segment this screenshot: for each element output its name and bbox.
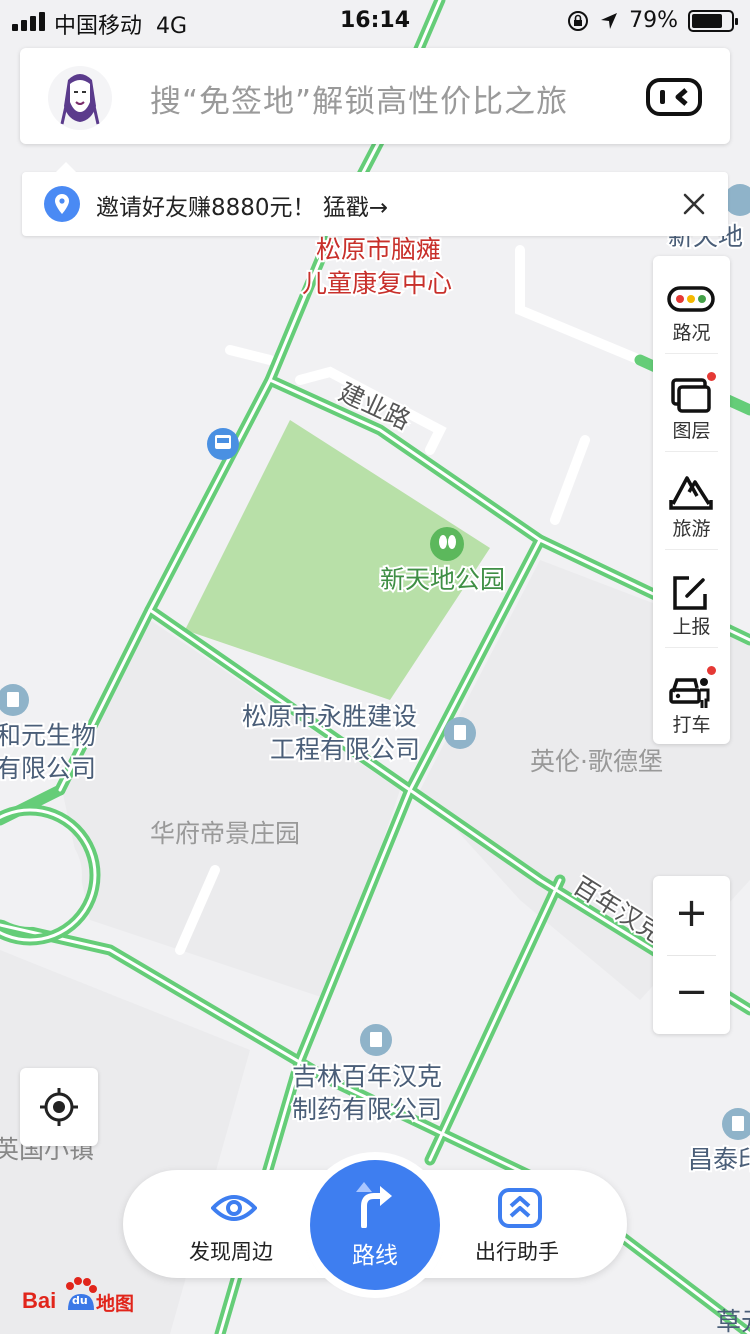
travel-assistant-button[interactable]: 出行助手 <box>447 1170 587 1278</box>
report-icon <box>673 576 707 610</box>
tool-report[interactable]: 上报 <box>653 550 730 648</box>
tool-travel[interactable]: 旅游 <box>653 452 730 550</box>
poi-label[interactable]: 儿童康复中心 <box>300 267 454 300</box>
traffic-light-icon <box>667 286 715 312</box>
poi-label[interactable]: 吉林百年汉克 <box>290 1060 444 1093</box>
voice-assistant-icon[interactable] <box>646 78 702 116</box>
invite-text[interactable]: 邀请好友赚8880元！ 猛戳→ <box>96 188 388 222</box>
battery-icon <box>688 9 738 32</box>
zoom-control: + − <box>653 876 730 1034</box>
locate-button[interactable] <box>20 1068 98 1146</box>
poi-label[interactable]: 制药有限公司 <box>290 1093 444 1126</box>
battery-percent: 79% <box>629 8 678 33</box>
map-toolbar: 路况 图层 旅游 上报 打车 <box>653 256 730 744</box>
layers-icon <box>671 378 711 413</box>
poi-label[interactable]: 昌泰印 <box>686 1143 750 1176</box>
zoom-out-button[interactable]: − <box>653 955 730 1034</box>
baidu-map-logo: Bai du 地图 <box>22 1276 142 1316</box>
avatar[interactable] <box>48 66 112 130</box>
bus-stop-icon[interactable] <box>207 428 239 460</box>
poi-label[interactable]: 有限公司 <box>0 752 98 785</box>
invite-banner[interactable]: 邀请好友赚8880元！ 猛戳→ <box>22 162 728 236</box>
turn-arrow-icon <box>356 1182 392 1228</box>
poi-label[interactable]: 和元生物 <box>0 719 98 752</box>
poi-label[interactable]: 新天地公园 <box>378 563 507 596</box>
status-bar: 中国移动 4G 16:14 79% <box>0 0 750 42</box>
rotation-lock-icon <box>568 10 589 31</box>
travel-icon <box>669 476 713 510</box>
status-right: 79% <box>567 8 738 33</box>
area-label: 华府帝景庄园 <box>150 819 300 848</box>
search-box[interactable]: 搜“免签地”解锁高性价比之旅 <box>20 48 730 144</box>
crosshair-icon <box>40 1088 78 1126</box>
eye-icon <box>211 1195 257 1221</box>
notification-dot <box>707 666 716 675</box>
park-icon[interactable] <box>430 527 464 561</box>
zoom-in-button[interactable]: + <box>653 876 730 955</box>
discover-nearby-button[interactable]: 发现周边 <box>161 1170 301 1278</box>
location-arrow-icon <box>601 12 618 29</box>
tool-layers[interactable]: 图层 <box>653 354 730 452</box>
tool-traffic[interactable]: 路况 <box>653 256 730 354</box>
poi-label[interactable]: 松原市永胜建设 <box>240 700 419 733</box>
assistant-icon <box>498 1188 542 1228</box>
poi-label[interactable]: 松原市脑瘫 <box>314 233 443 266</box>
location-pin-icon <box>44 186 80 222</box>
poi-label[interactable]: 工程有限公司 <box>268 733 422 766</box>
area-label: 英伦·歌德堡 <box>530 747 663 776</box>
route-button[interactable]: 路线 <box>310 1160 440 1290</box>
tool-taxi[interactable]: 打车 <box>653 648 730 746</box>
area-label: 草元 <box>716 1307 750 1334</box>
notification-dot <box>707 372 716 381</box>
search-placeholder[interactable]: 搜“免签地”解锁高性价比之旅 <box>150 76 568 121</box>
close-icon[interactable] <box>678 188 710 220</box>
taxi-icon <box>669 678 710 708</box>
